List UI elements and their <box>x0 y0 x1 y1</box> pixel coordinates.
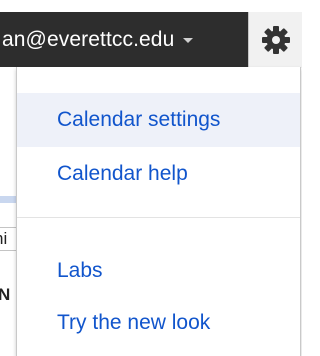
underlying-text-fragment: N <box>0 285 11 304</box>
menu-item-calendar-settings[interactable]: Calendar settings <box>17 93 300 147</box>
chevron-down-icon <box>183 38 194 43</box>
account-email: an@everettcc.edu <box>2 27 175 51</box>
menu-item-try-new-look[interactable]: Try the new look <box>17 299 300 347</box>
menu-item-labs[interactable]: Labs <box>17 247 300 295</box>
menu-item-calendar-help[interactable]: Calendar help <box>17 149 300 199</box>
settings-menu: Calendar settings Calendar help Labs Try… <box>16 67 301 356</box>
underlying-page-bar <box>0 196 16 203</box>
gear-icon <box>261 26 290 54</box>
underlying-page <box>0 68 16 356</box>
menu-divider <box>17 217 300 218</box>
account-switcher[interactable]: an@everettcc.edu <box>0 12 248 67</box>
underlying-text-fragment: ni <box>0 227 16 251</box>
calendar-window: an@everettcc.edu ni N Calend <box>0 0 302 356</box>
settings-gear-button[interactable] <box>248 12 302 68</box>
